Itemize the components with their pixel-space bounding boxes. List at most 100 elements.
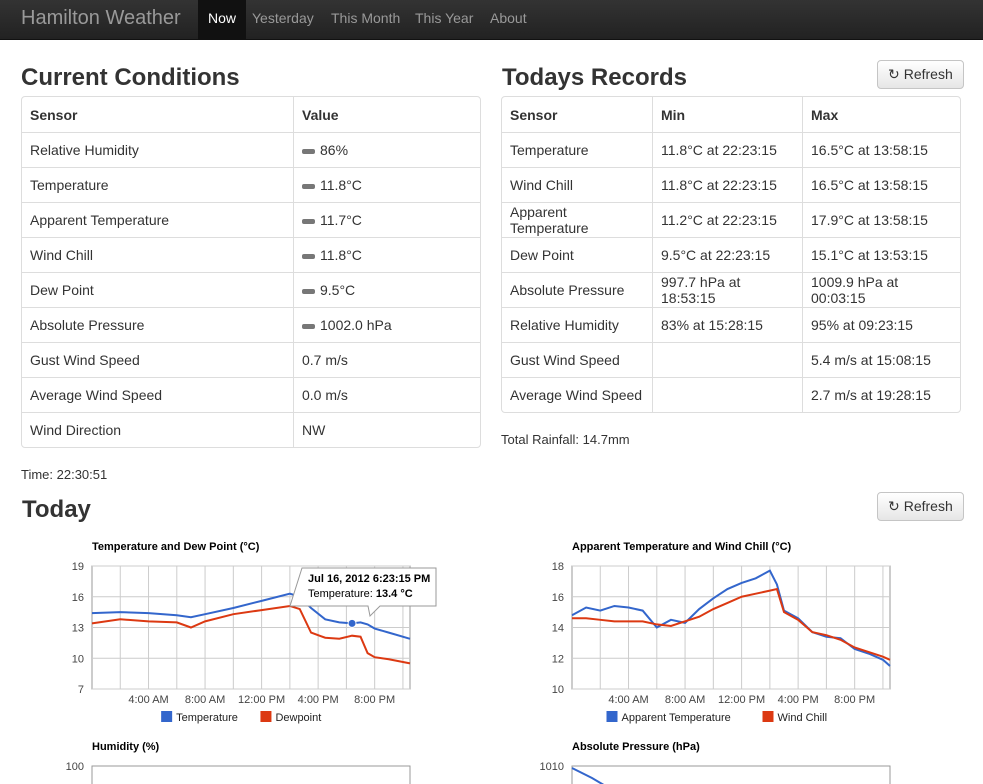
x-tick-label: 8:00 AM [185, 694, 225, 706]
plot-area [91, 765, 411, 784]
value-text: 11.8°C [320, 247, 362, 263]
sensor-cell: Wind Chill [22, 237, 293, 272]
tooltip-value: Temperature: 13.4 °C [308, 588, 413, 600]
todays-records-table: Sensor Min Max Temperature 11.8°C at 22:2… [501, 96, 961, 413]
sensor-cell: Average Wind Speed [22, 377, 293, 412]
sensor-cell: Relative Humidity [502, 307, 652, 342]
plot-area [571, 765, 891, 784]
apparent-windchill-chart[interactable]: 10 12 14 16 18 4:00 AM 8:00 AM 12:00 PM 4:00 PM 8… [520, 555, 920, 730]
min-cell: 11.2°C at 22:23:15 [652, 202, 802, 237]
value-cell: 11.8°C [293, 237, 480, 272]
todays-records-title: Todays Records [502, 64, 687, 91]
y-tick-label: 14 [552, 623, 564, 635]
legend-swatch [161, 711, 173, 722]
top-navbar: Hamilton Weather Now Yesterday This Mont… [0, 0, 983, 40]
sensor-cell: Dew Point [502, 237, 652, 272]
table-row: Temperature 11.8°C [22, 167, 480, 202]
table-row: Average Wind Speed 0.0 m/s [22, 377, 480, 412]
value-cell: 11.7°C [293, 202, 480, 237]
today-refresh-button[interactable]: ↻ Refresh [877, 492, 964, 521]
max-cell: 1009.9 hPa at 00:03:15 [802, 272, 960, 307]
nav-this-year[interactable]: This Year [405, 0, 483, 40]
table-row: Wind Chill 11.8°C [22, 237, 480, 272]
sensor-cell: Average Wind Speed [502, 377, 652, 412]
trend-steady-icon [302, 323, 315, 329]
refresh-icon: ↻ [888, 498, 900, 514]
legend-label: Wind Chill [778, 712, 828, 724]
x-tick-label: 8:00 AM [665, 694, 705, 706]
value-text: NW [302, 422, 326, 438]
temperature-dewpoint-chart[interactable]: 7 10 13 16 19 4:00 AM 8:00 AM 12:00 PM 4:00 PM 8:… [40, 555, 440, 730]
chart-title-apparent: Apparent Temperature and Wind Chill (°C) [572, 541, 792, 553]
table-header-row: Sensor Value [22, 97, 480, 132]
x-tick-label: 4:00 PM [298, 694, 339, 706]
min-cell: 9.5°C at 22:23:15 [652, 237, 802, 272]
chart-title-pressure: Absolute Pressure (hPa) [572, 741, 700, 753]
x-tick-label: 12:00 PM [718, 694, 765, 706]
x-tick-label: 8:00 PM [354, 694, 395, 706]
y-tick-label: 16 [552, 592, 564, 604]
value-cell: 11.8°C [293, 167, 480, 202]
chart-title-temperature: Temperature and Dew Point (°C) [92, 541, 260, 553]
x-tick-label: 4:00 AM [608, 694, 648, 706]
table-row: Gust Wind Speed 5.4 m/s at 15:08:15 [502, 342, 960, 377]
y-tick-label: 16 [72, 592, 84, 604]
sensor-cell: Wind Chill [502, 167, 652, 202]
sensor-cell: Relative Humidity [22, 132, 293, 167]
column-header-value: Value [293, 97, 480, 132]
max-cell: 15.1°C at 13:53:15 [802, 237, 960, 272]
value-cell: 1002.0 hPa [293, 307, 480, 342]
y-tick-label: 100 [66, 761, 84, 773]
legend-label: Temperature [176, 712, 238, 724]
total-rainfall-label: Total Rainfall: 14.7mm [501, 432, 630, 447]
brand-title[interactable]: Hamilton Weather [21, 7, 181, 30]
records-refresh-button[interactable]: ↻ Refresh [877, 60, 964, 89]
sensor-cell: Gust Wind Speed [502, 342, 652, 377]
column-header-max: Max [802, 97, 960, 132]
value-text: 11.8°C [320, 177, 362, 193]
value-cell: 86% [293, 132, 480, 167]
nav-this-month[interactable]: This Month [321, 0, 410, 40]
nav-yesterday[interactable]: Yesterday [242, 0, 324, 40]
sensor-cell: Temperature [22, 167, 293, 202]
min-cell [652, 377, 802, 412]
max-cell: 5.4 m/s at 15:08:15 [802, 342, 960, 377]
y-tick-label: 19 [72, 561, 84, 573]
value-text: 0.7 m/s [302, 352, 348, 368]
tooltip-title: Jul 16, 2012 6:23:15 PM [308, 573, 430, 585]
table-row: Gust Wind Speed 0.7 m/s [22, 342, 480, 377]
table-row: Apparent Temperature 11.7°C [22, 202, 480, 237]
nav-now[interactable]: Now [198, 0, 247, 40]
value-text: 11.7°C [320, 212, 362, 228]
nav-about[interactable]: About [480, 0, 537, 40]
value-text: 1002.0 hPa [320, 317, 392, 333]
table-row: Dew Point 9.5°C at 22:23:15 15.1°C at 13:5… [502, 237, 960, 272]
y-tick-label: 13 [72, 623, 84, 635]
tooltip-label: Temperature: [308, 588, 376, 600]
y-tick-label: 10 [552, 684, 564, 696]
table-row: Relative Humidity 86% [22, 132, 480, 167]
max-cell: 17.9°C at 13:58:15 [802, 202, 960, 237]
trend-steady-icon [302, 253, 315, 259]
pressure-chart[interactable]: 1010 [520, 755, 920, 784]
sensor-cell: Temperature [502, 132, 652, 167]
x-tick-label: 4:00 PM [778, 694, 819, 706]
table-row: Absolute Pressure 1002.0 hPa [22, 307, 480, 342]
table-row: Temperature 11.8°C at 22:23:15 16.5°C at 1… [502, 132, 960, 167]
value-text: 86% [320, 142, 349, 158]
max-cell: 16.5°C at 13:58:15 [802, 132, 960, 167]
humidity-chart[interactable]: 100 [40, 755, 440, 784]
sensor-cell: Absolute Pressure [22, 307, 293, 342]
legend-swatch [762, 711, 774, 722]
value-cell: 0.7 m/s [293, 342, 480, 377]
sensor-cell: Wind Direction [22, 412, 293, 447]
y-tick-label: 18 [552, 561, 564, 573]
column-header-min: Min [652, 97, 802, 132]
max-cell: 95% at 09:23:15 [802, 307, 960, 342]
max-cell: 2.7 m/s at 19:28:15 [802, 377, 960, 412]
time-label: Time: 22:30:51 [21, 467, 108, 482]
legend-swatch [260, 711, 272, 722]
refresh-label: Refresh [903, 498, 953, 514]
y-tick-label: 7 [78, 684, 84, 696]
trend-steady-icon [302, 148, 315, 154]
